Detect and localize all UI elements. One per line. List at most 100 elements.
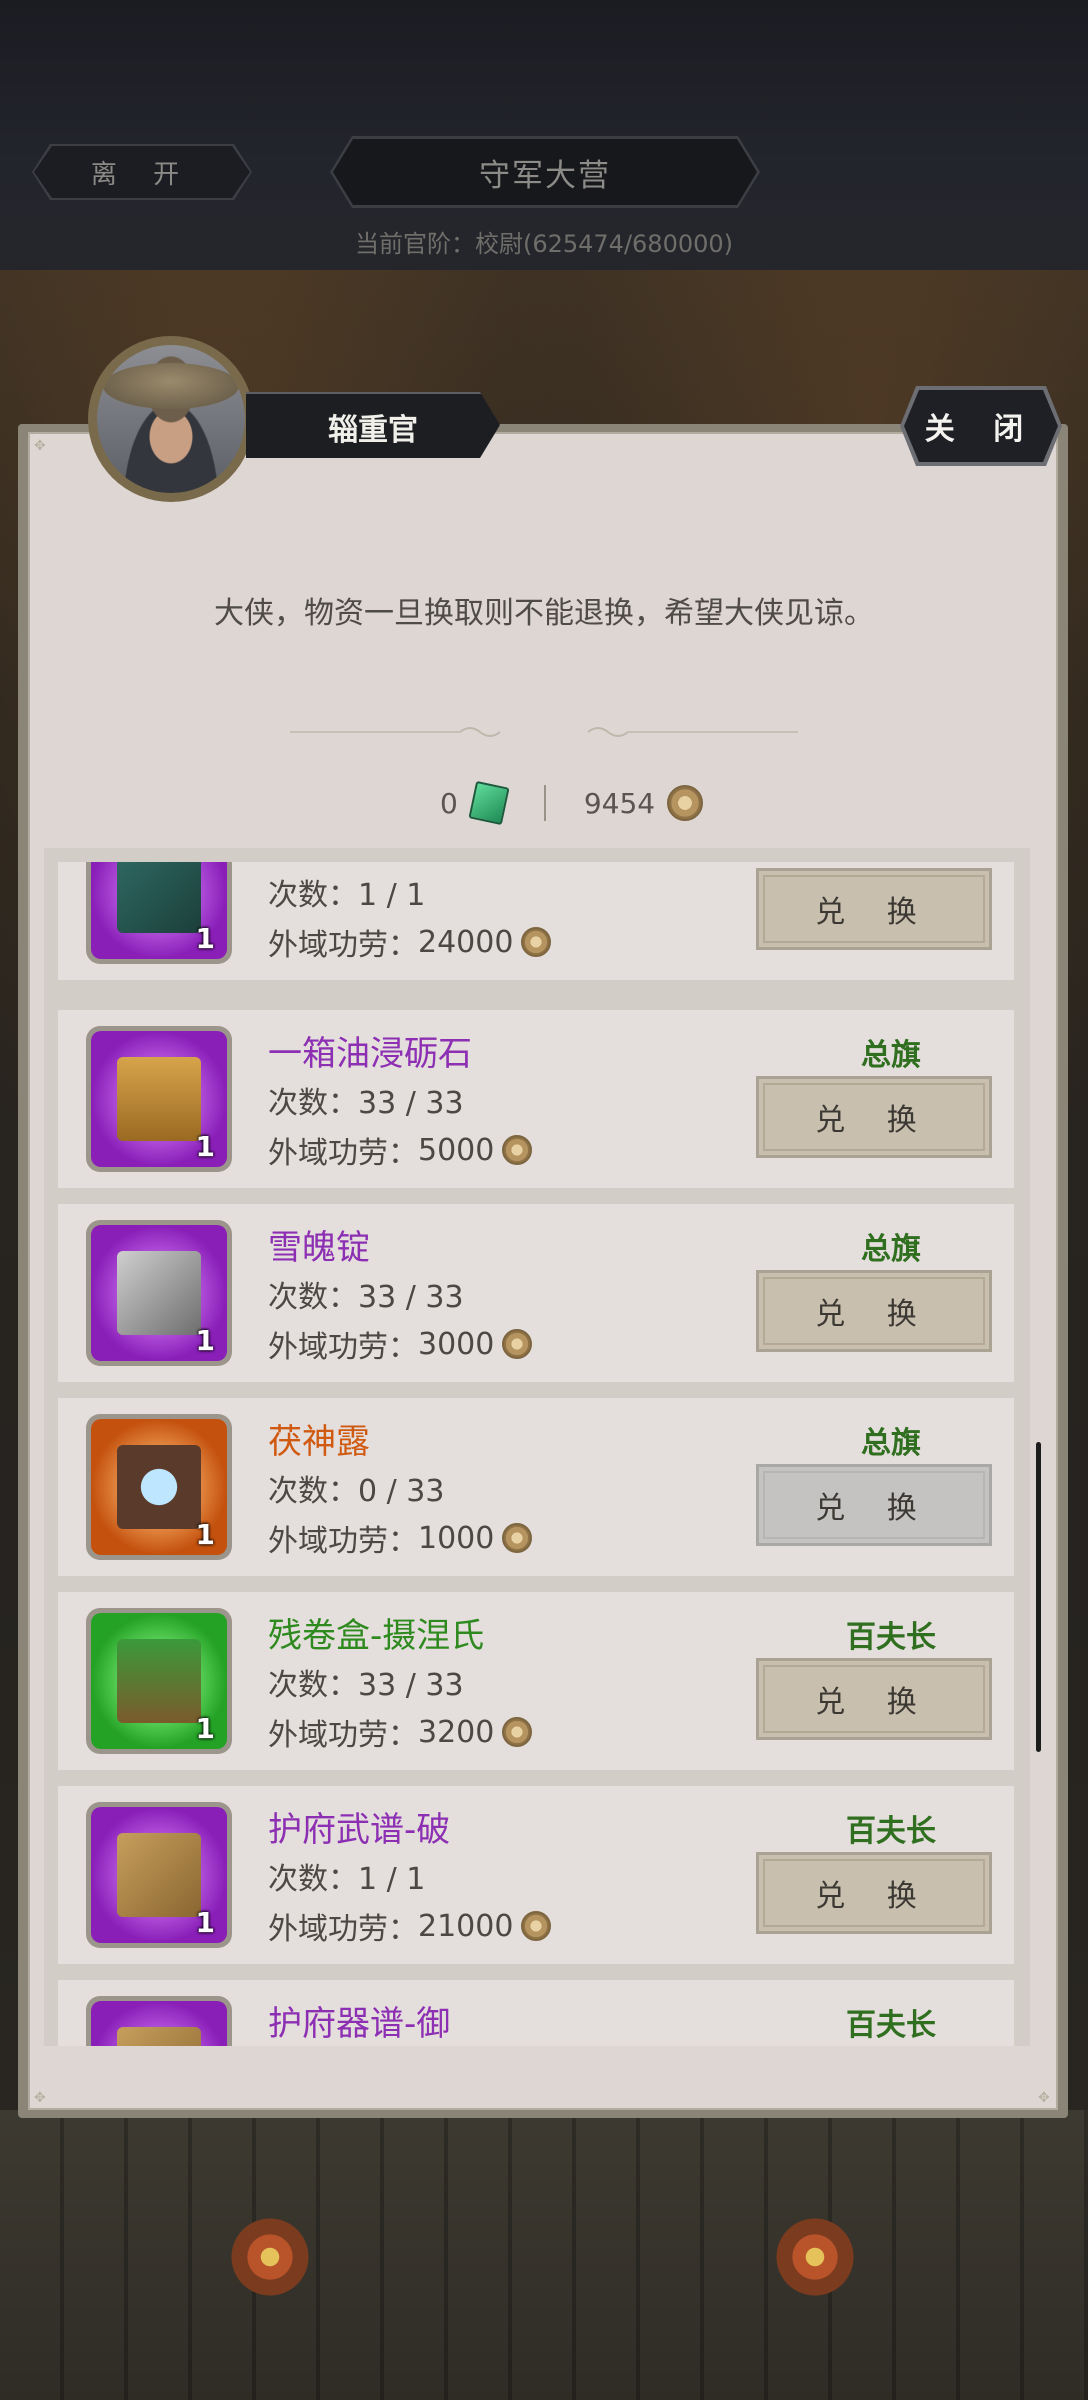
background-floor xyxy=(0,2110,1088,2400)
item-cost-value: 21000 xyxy=(418,1908,514,1944)
item-slot[interactable] xyxy=(86,1996,232,2046)
required-rank: 百夫长 xyxy=(846,1814,936,1849)
item-cost: 外域功劳： 5000 xyxy=(268,1128,533,1172)
bronze-coin-icon xyxy=(502,1717,533,1747)
item-name: 茯神露 xyxy=(268,1422,370,1462)
item-row: 1 一箱油浸砺石 次数：33 / 33 外域功劳： 5000 总旗 兑 换 xyxy=(58,1010,1014,1188)
npc-message: 大侠，物资一旦换取则不能退换，希望大侠见谅。 xyxy=(214,596,874,631)
item-row: 护府器谱-御 百夫长 xyxy=(58,1980,1014,2046)
item-quantity: 1 xyxy=(195,1518,215,1551)
item-cost-label: 外域功劳： xyxy=(268,1330,418,1365)
item-cost-label: 外域功劳： xyxy=(268,928,418,963)
item-slot[interactable]: 1 xyxy=(86,1608,232,1754)
flower-decoration xyxy=(225,2212,315,2302)
required-rank: 总旗 xyxy=(861,1038,921,1073)
flower-decoration xyxy=(770,2212,860,2302)
item-icon xyxy=(117,1639,201,1723)
currency-bar: 0 9454 xyxy=(440,780,704,826)
item-quality-background: 1 xyxy=(91,1613,227,1749)
ornament-divider xyxy=(290,727,798,737)
hat-icon xyxy=(103,363,239,409)
item-slot[interactable]: 1 xyxy=(86,862,232,964)
item-cost-label: 外域功劳： xyxy=(268,1136,418,1171)
item-exchange-count: 次数：1 / 1 xyxy=(268,1862,426,1897)
required-rank: 总旗 xyxy=(861,1232,921,1267)
exchange-button[interactable]: 兑 换 xyxy=(756,868,992,950)
item-row: 1 残卷盒-摄涅氏 次数：33 / 33 外域功劳： 3200 百夫长 兑 换 xyxy=(58,1592,1014,1770)
exchange-button[interactable]: 兑 换 xyxy=(756,1076,992,1158)
item-exchange-count: 次数：1 / 1 xyxy=(268,878,426,913)
item-list[interactable]: 1 秘籍·五门封术 次数：1 / 1 外域功劳： 24000 总旗 兑 换 1 … xyxy=(44,862,1030,2046)
item-quality-background: 1 xyxy=(91,1419,227,1555)
item-cost: 外域功劳： 24000 xyxy=(268,920,552,964)
item-row: 1 护府武谱-破 次数：1 / 1 外域功劳： 21000 百夫长 兑 换 xyxy=(58,1786,1014,1964)
page-title: 守军大营 xyxy=(333,139,757,205)
corner-ornament-icon: ✥ xyxy=(1038,2090,1050,2106)
current-rank-text: 当前官阶：校尉(625474/680000) xyxy=(354,230,734,258)
item-cost: 外域功劳： 1000 xyxy=(268,1516,533,1560)
bronze-coin-icon xyxy=(521,1911,552,1941)
item-name: 秘籍·五门封术 xyxy=(268,862,483,867)
item-name: 残卷盒-摄涅氏 xyxy=(268,1616,485,1656)
item-quantity: 1 xyxy=(195,1130,215,1163)
top-header: 离 开 守军大营 当前官阶：校尉(625474/680000) xyxy=(0,0,1088,270)
item-slot[interactable]: 1 xyxy=(86,1414,232,1560)
item-exchange-count: 次数：0 / 33 xyxy=(268,1474,445,1509)
bronze-coin-icon xyxy=(521,927,552,957)
item-row: 1 茯神露 次数：0 / 33 外域功劳： 1000 总旗 兑 换 xyxy=(58,1398,1014,1576)
required-rank: 总旗 xyxy=(861,1426,921,1461)
item-name: 护府器谱-御 xyxy=(268,2004,451,2044)
item-cost-value: 5000 xyxy=(418,1132,495,1168)
bronze-coin-icon xyxy=(502,1329,533,1359)
required-rank: 百夫长 xyxy=(846,1620,936,1655)
item-icon xyxy=(117,2027,201,2046)
item-icon xyxy=(117,1057,201,1141)
item-quantity: 1 xyxy=(195,1906,215,1939)
currency-separator xyxy=(543,785,546,821)
item-cost-label: 外域功劳： xyxy=(268,1524,418,1559)
item-quantity: 1 xyxy=(195,1324,215,1357)
item-quality-background xyxy=(91,2001,227,2046)
exchange-button[interactable]: 兑 换 xyxy=(756,1658,992,1740)
item-exchange-count: 次数：33 / 33 xyxy=(268,1280,464,1315)
item-cost-value: 3000 xyxy=(418,1326,495,1362)
item-quality-background: 1 xyxy=(91,1807,227,1943)
item-slot[interactable]: 1 xyxy=(86,1802,232,1948)
jade-token-icon xyxy=(468,780,510,826)
item-quality-background: 1 xyxy=(91,862,227,959)
close-button[interactable]: 关 闭 xyxy=(904,390,1058,462)
npc-avatar xyxy=(97,345,245,493)
item-cost: 外域功劳： 3000 xyxy=(268,1322,533,1366)
item-icon xyxy=(117,1833,201,1917)
item-cost-value: 1000 xyxy=(418,1520,495,1556)
item-cost: 外域功劳： 21000 xyxy=(268,1904,552,1948)
npc-name-plate: 辎重官 xyxy=(246,392,500,458)
exchange-button[interactable]: 兑 换 xyxy=(756,1852,992,1934)
item-cost-label: 外域功劳： xyxy=(268,1718,418,1753)
item-cost-value: 24000 xyxy=(418,924,514,960)
item-exchange-count: 次数：33 / 33 xyxy=(268,1086,464,1121)
item-row: 1 雪魄锭 次数：33 / 33 外域功劳： 3000 总旗 兑 换 xyxy=(58,1204,1014,1382)
exchange-button[interactable]: 兑 换 xyxy=(756,1464,992,1546)
required-rank: 总旗 xyxy=(798,862,984,866)
corner-ornament-icon: ✥ xyxy=(34,438,46,454)
item-quality-background: 1 xyxy=(91,1031,227,1167)
jade-amount: 0 xyxy=(440,786,458,820)
item-slot[interactable]: 1 xyxy=(86,1026,232,1172)
item-icon xyxy=(117,1445,201,1529)
required-rank: 百夫长 xyxy=(846,2008,936,2043)
leave-button[interactable]: 离 开 xyxy=(34,146,250,198)
item-quality-background: 1 xyxy=(91,1225,227,1361)
bronze-coin-icon xyxy=(502,1523,533,1553)
corner-ornament-icon: ✥ xyxy=(34,2090,46,2106)
item-name: 护府武谱-破 xyxy=(268,1810,451,1850)
item-slot[interactable]: 1 xyxy=(86,1220,232,1366)
item-exchange-count: 次数：33 / 33 xyxy=(268,1668,464,1703)
scrollbar[interactable] xyxy=(1036,1442,1041,1752)
item-name: 雪魄锭 xyxy=(268,1228,370,1268)
item-icon xyxy=(117,862,201,933)
item-quantity: 1 xyxy=(195,922,215,955)
exchange-button[interactable]: 兑 换 xyxy=(756,1270,992,1352)
item-row: 1 秘籍·五门封术 次数：1 / 1 外域功劳： 24000 总旗 兑 换 xyxy=(58,862,1014,980)
coin-amount: 9454 xyxy=(583,786,656,820)
